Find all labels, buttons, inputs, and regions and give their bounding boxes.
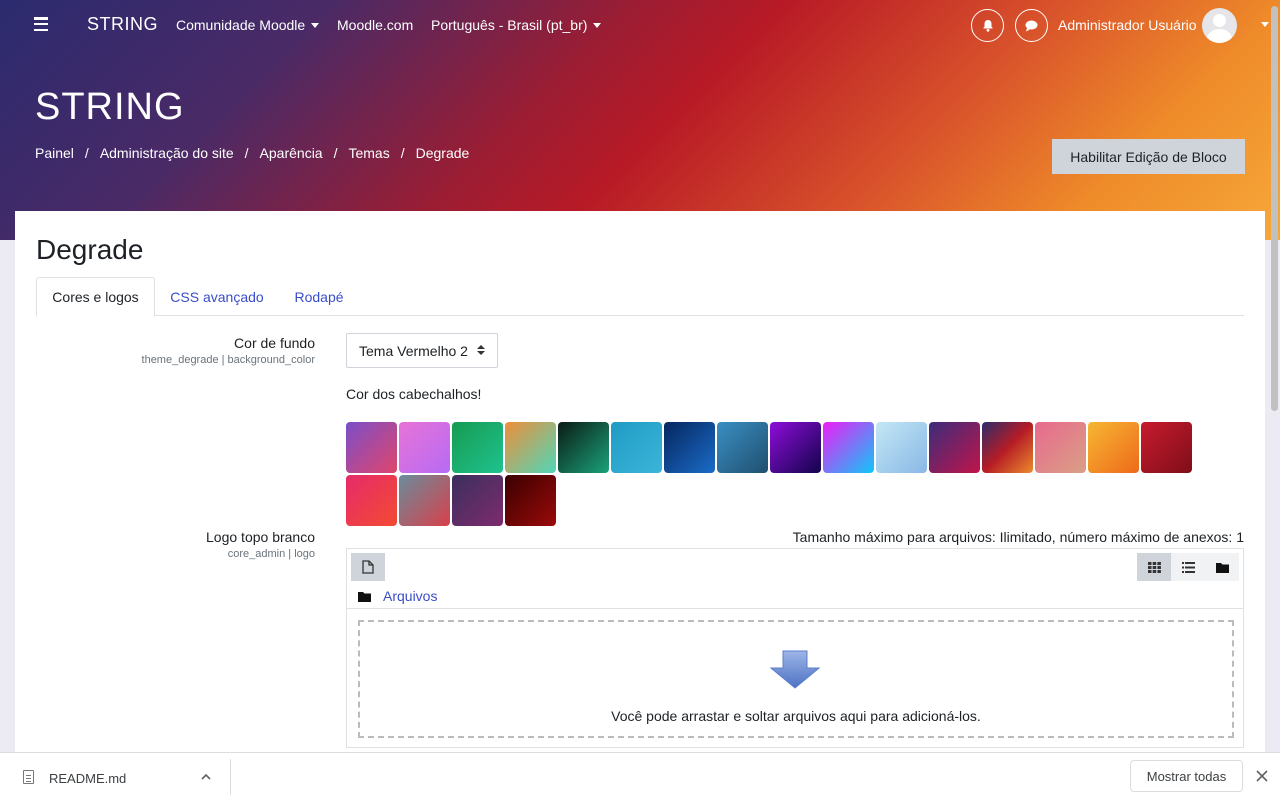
background-color-setting-id: theme_degrade | background_color [141, 354, 315, 366]
color-swatch[interactable] [346, 475, 397, 526]
file-icon [23, 770, 34, 784]
view-mode-group [1137, 553, 1239, 581]
logo-label: Logo topo branco [206, 529, 315, 545]
page-header-background: STRING Comunidade Moodle Moodle.com Port… [0, 0, 1280, 240]
show-all-downloads-button[interactable]: Mostrar todas [1130, 760, 1243, 792]
download-file-name[interactable]: README.md [49, 771, 126, 786]
tree-view-button[interactable] [1205, 553, 1239, 581]
user-menu-caret-icon[interactable] [1261, 22, 1269, 27]
caret-down-icon [593, 23, 602, 28]
notifications-button[interactable] [971, 9, 1004, 42]
enable-block-editing-button[interactable]: Habilitar Edição de Bloco [1052, 139, 1245, 174]
color-swatch[interactable] [717, 422, 768, 473]
messages-button[interactable] [1015, 9, 1048, 42]
nav-item-community[interactable]: Comunidade Moodle [176, 17, 320, 33]
logo-setting-id: core_admin | logo [227, 548, 315, 560]
page-scrollbar[interactable] [1269, 0, 1280, 752]
chat-bubble-icon [1025, 20, 1038, 31]
color-swatch[interactable] [929, 422, 980, 473]
color-swatch[interactable] [982, 422, 1033, 473]
tab-advanced-css[interactable]: CSS avançado [155, 277, 279, 316]
color-swatch[interactable] [558, 422, 609, 473]
add-file-button[interactable] [351, 553, 385, 581]
color-swatch[interactable] [346, 422, 397, 473]
chevron-up-icon[interactable] [199, 770, 213, 784]
caret-down-icon [311, 23, 320, 28]
breadcrumb-item-dashboard[interactable]: Painel [35, 145, 74, 161]
bell-icon [982, 20, 993, 32]
settings-tabs: Cores e logos CSS avançado Rodapé [36, 277, 1244, 317]
color-swatch[interactable] [876, 422, 927, 473]
user-avatar[interactable] [1202, 8, 1237, 43]
color-swatch[interactable] [611, 422, 662, 473]
breadcrumb-item-site-admin[interactable]: Administração do site [100, 145, 234, 161]
grid-view-button[interactable] [1137, 553, 1171, 581]
folder-icon [1215, 562, 1229, 573]
color-swatch[interactable] [399, 475, 450, 526]
page-title: Degrade [36, 234, 144, 265]
color-swatch[interactable] [505, 475, 556, 526]
select-arrows-icon [477, 345, 485, 355]
nav-item-language[interactable]: Português - Brasil (pt_br) [431, 17, 602, 33]
color-swatch[interactable] [770, 422, 821, 473]
file-manager: Arquivos Você pode arrastar e soltar arq… [346, 548, 1244, 748]
close-icon[interactable] [1255, 769, 1269, 783]
dropzone-instructions: Você pode arrastar e soltar arquivos aqu… [611, 708, 981, 724]
navbar: STRING Comunidade Moodle Moodle.com Port… [0, 0, 1280, 50]
color-swatch[interactable] [452, 422, 503, 473]
navbar-brand[interactable]: STRING [87, 14, 158, 35]
header-colors-label: Cor dos cabechalhos! [346, 386, 482, 402]
file-path: Arquivos [358, 588, 437, 604]
main-content: Degrade Cores e logos CSS avançado Rodap… [15, 211, 1265, 771]
folder-icon [358, 591, 371, 602]
breadcrumb-item-themes[interactable]: Temas [348, 145, 389, 161]
file-limits-info: Tamanho máximo para arquivos: Ilimitado,… [792, 529, 1244, 545]
site-title: STRING [35, 86, 185, 128]
file-dropzone[interactable]: Você pode arrastar e soltar arquivos aqu… [358, 620, 1234, 738]
list-icon [1181, 561, 1195, 573]
background-color-select[interactable]: Tema Vermelho 2 [346, 333, 498, 368]
menu-icon[interactable] [34, 17, 48, 31]
breadcrumb-item-appearance[interactable]: Aparência [260, 145, 323, 161]
user-name[interactable]: Administrador Usuário [1058, 17, 1197, 33]
breadcrumb-item-current[interactable]: Degrade [416, 145, 470, 161]
download-bar: README.md Mostrar todas [0, 752, 1280, 800]
file-icon [362, 560, 374, 574]
background-color-label: Cor de fundo [234, 335, 315, 351]
color-swatch[interactable] [823, 422, 874, 473]
color-swatch[interactable] [505, 422, 556, 473]
breadcrumb: Painel / Administração do site / Aparência… [35, 145, 470, 161]
nav-item-moodle-com[interactable]: Moodle.com [337, 17, 413, 33]
grid-icon [1147, 561, 1161, 573]
files-root-link[interactable]: Arquivos [383, 588, 437, 604]
color-swatch[interactable] [1141, 422, 1192, 473]
color-swatch[interactable] [1088, 422, 1139, 473]
down-arrow-icon [770, 650, 820, 689]
color-swatch[interactable] [1035, 422, 1086, 473]
color-swatch[interactable] [664, 422, 715, 473]
color-swatch[interactable] [452, 475, 503, 526]
tab-colors-logos[interactable]: Cores e logos [36, 277, 155, 317]
color-swatch[interactable] [399, 422, 450, 473]
tab-footer[interactable]: Rodapé [279, 277, 359, 316]
list-view-button[interactable] [1171, 553, 1205, 581]
